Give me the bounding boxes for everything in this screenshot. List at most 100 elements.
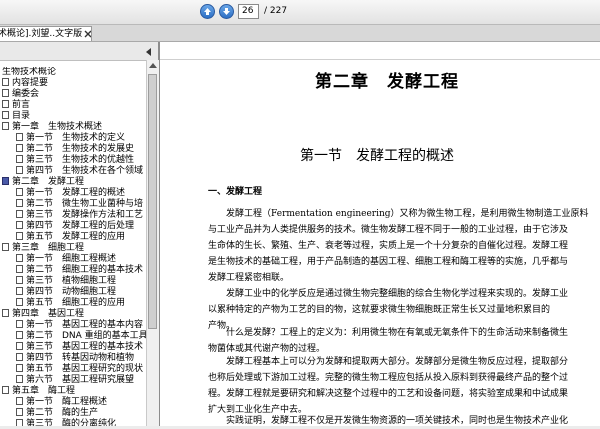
bookmark-item[interactable]: 第三章 细胞工程 xyxy=(2,243,84,254)
bookmark-number: 第五章 xyxy=(12,386,40,396)
bookmark-item[interactable]: 第四节 发酵工程的后处理 xyxy=(16,221,134,232)
bookmark-item[interactable]: 目录 xyxy=(2,111,30,122)
bookmark-number: 第一节 xyxy=(26,397,54,407)
bookmark-number: 第六节 xyxy=(26,375,54,385)
document-tab-label: 术概论].刘望..文字版 xyxy=(0,29,83,39)
bookmark-number: 第二节 xyxy=(26,408,54,418)
collapse-panel-icon[interactable] xyxy=(146,48,151,56)
next-page-button[interactable] xyxy=(219,4,234,19)
bookmark-item[interactable]: 第一节 发酵工程的概述 xyxy=(16,188,125,199)
bookmark-page-icon xyxy=(16,408,23,416)
bookmark-label: 基因工程研究的现状 xyxy=(62,364,144,374)
bookmark-item[interactable]: 第三节 发酵操作方法和工艺 xyxy=(16,210,143,221)
bookmark-page-icon xyxy=(16,144,23,152)
bookmark-page-icon xyxy=(2,122,9,130)
bookmark-page-icon xyxy=(16,353,23,361)
bookmark-label: 内容提要 xyxy=(12,78,49,88)
bookmark-page-icon xyxy=(16,210,23,218)
arrow-down-icon xyxy=(223,8,230,15)
bookmark-page-icon xyxy=(16,221,23,229)
bookmark-item[interactable]: 第五节 细胞工程的应用 xyxy=(16,298,125,309)
document-page: 第二章 发酵工程 第一节 发酵工程的概述 一、发酵工程 发酵工程（Ferment… xyxy=(160,42,600,426)
bookmark-page-icon xyxy=(16,397,23,405)
bookmark-label: 动物细胞工程 xyxy=(62,287,117,297)
bookmark-item[interactable]: 第四节 转基因动物和植物 xyxy=(16,353,134,364)
text-line: 生命体的生长、繁殖、生产、衰老等过程，实质上是一个十分复杂的自催化过程。发酵工程 xyxy=(208,241,569,251)
bookmark-item[interactable]: 第四章 基因工程 xyxy=(2,309,84,320)
bookmark-label: 编委会 xyxy=(12,89,40,99)
bookmark-item[interactable]: 第三节 酶的分离纯化 xyxy=(16,419,116,426)
bookmark-label: 发酵操作方法和工艺 xyxy=(62,210,144,220)
bookmark-item[interactable]: 第四节 动物细胞工程 xyxy=(16,287,116,298)
bookmark-item[interactable]: 第一节 酶工程概述 xyxy=(16,397,107,408)
bookmark-item[interactable]: 第一章 生物技术概述 xyxy=(2,122,102,133)
paragraph: 什么是发酵？工程上的定义为：利用微生物在有氧或无氧条件下的生命活动来制备微生 物菌… xyxy=(208,325,594,357)
bookmark-item[interactable]: 编委会 xyxy=(2,89,39,100)
bookmark-item[interactable]: 第五节 发酵工程的应用 xyxy=(16,232,125,243)
previous-page-button[interactable] xyxy=(200,4,215,19)
bookmark-item[interactable]: 第三节 植物细胞工程 xyxy=(16,276,116,287)
bookmark-page-icon xyxy=(16,298,23,306)
chapter-title: 第二章 发酵工程 xyxy=(315,72,459,92)
bookmark-item[interactable]: 第二节 细胞工程的基本技术 xyxy=(16,265,143,276)
bookmark-page-icon xyxy=(16,320,23,328)
bookmark-number: 第三节 xyxy=(26,155,54,165)
bookmark-item[interactable]: 第五章 酶工程 xyxy=(2,386,75,397)
bookmark-page-icon xyxy=(2,386,9,394)
text-line: 也称后处理或下游加工过程。完整的微生物工程应包括从投入原料到获得最终产品的整个过 xyxy=(208,373,569,383)
close-icon[interactable] xyxy=(84,30,92,38)
bookmark-item[interactable]: 第二节 生物技术的发展史 xyxy=(16,144,134,155)
bookmark-number: 第一节 xyxy=(26,133,54,143)
text-line: 发酵工业中的化学反应是通过微生物完整细胞的综合生物化学过程来实现的。发酵工业 xyxy=(226,289,569,299)
document-tab[interactable]: 术概论].刘望..文字版 xyxy=(0,26,92,41)
subsection-title: 一、发酵工程 xyxy=(208,187,263,197)
bookmark-label: 细胞工程的基本技术 xyxy=(62,265,144,275)
scrollbar-thumb[interactable] xyxy=(148,74,157,329)
bookmark-item[interactable]: 第二章 发酵工程 xyxy=(2,177,84,188)
bookmark-label: 发酵工程的应用 xyxy=(62,232,126,242)
bookmark-page-icon xyxy=(16,199,23,207)
text-line: 什么是发酵？工程上的定义为：利用微生物在有氧或无氧条件下的生命活动来制备微生 xyxy=(226,328,569,338)
bookmark-item[interactable]: 第一节 基因工程的基本内容 xyxy=(16,320,143,331)
bookmark-item[interactable]: 第一节 细胞工程概述 xyxy=(16,254,116,265)
bookmark-item[interactable]: 第三节 基因工程的基本技术 xyxy=(16,342,143,353)
bookmarks-panel-header xyxy=(0,42,158,61)
bookmark-page-icon xyxy=(16,254,23,262)
bookmark-page-icon xyxy=(16,342,23,350)
bookmark-number: 第二节 xyxy=(26,331,54,341)
page-number-input[interactable]: 26 xyxy=(238,4,259,19)
bookmark-label: 前言 xyxy=(12,100,31,110)
bookmark-number: 第五节 xyxy=(26,232,54,242)
bookmark-number: 第三节 xyxy=(26,419,54,426)
bookmark-number: 第二节 xyxy=(26,144,54,154)
bookmark-item[interactable]: 第三节 生物技术的优越性 xyxy=(16,155,134,166)
bookmark-number: 第三节 xyxy=(26,276,54,286)
bookmark-item[interactable]: 内容提要 xyxy=(2,78,48,89)
scroll-up-icon[interactable] xyxy=(149,63,157,68)
bookmark-item[interactable]: 第一节 生物技术的定义 xyxy=(16,133,125,144)
bookmark-item[interactable]: 第六节 基因工程研究展望 xyxy=(16,375,134,386)
bookmark-number: 第二节 xyxy=(26,199,54,209)
bookmark-label: 生物技术的优越性 xyxy=(62,155,135,165)
text-line: 与工业产品并为人类提供服务的技术。微生物发酵工程不同于一般的工业过程，由于它涉及 xyxy=(208,225,569,235)
bookmarks-scrollbar[interactable] xyxy=(146,60,159,426)
bookmark-item[interactable]: 第二节 微生物工业菌种与培 xyxy=(16,199,143,210)
bookmark-item[interactable]: 前言 xyxy=(2,100,30,111)
bookmark-item[interactable]: 第二节 酶的生产 xyxy=(16,408,98,419)
bookmark-number: 第二章 xyxy=(12,177,40,187)
bookmark-number: 第三章 xyxy=(12,243,40,253)
bookmark-item[interactable]: 第二节 DNA 重组的基本工具 xyxy=(16,331,146,342)
bookmark-item[interactable]: 第四节 生物技术在各个领域 xyxy=(16,166,143,177)
bookmark-label: 生物技术概论 xyxy=(2,67,57,77)
bookmark-page-icon xyxy=(16,166,23,174)
page-divider xyxy=(160,59,600,60)
text-line: 发酵工程基本上可以分为发酵和提取两大部分。发酵部分是微生物反应过程，提取部分 xyxy=(226,357,569,367)
bookmark-label: 生物技术概述 xyxy=(48,122,103,132)
arrow-up-icon xyxy=(204,8,211,15)
bookmark-item[interactable]: 生物技术概论 xyxy=(2,67,56,78)
bookmark-page-icon xyxy=(2,89,9,97)
bookmark-page-icon xyxy=(2,309,9,317)
bookmark-label: 基因工程的基本内容 xyxy=(62,320,144,330)
bookmark-item[interactable]: 第五节 基因工程研究的现状 xyxy=(16,364,143,375)
bookmark-number: 第四章 xyxy=(12,309,40,319)
